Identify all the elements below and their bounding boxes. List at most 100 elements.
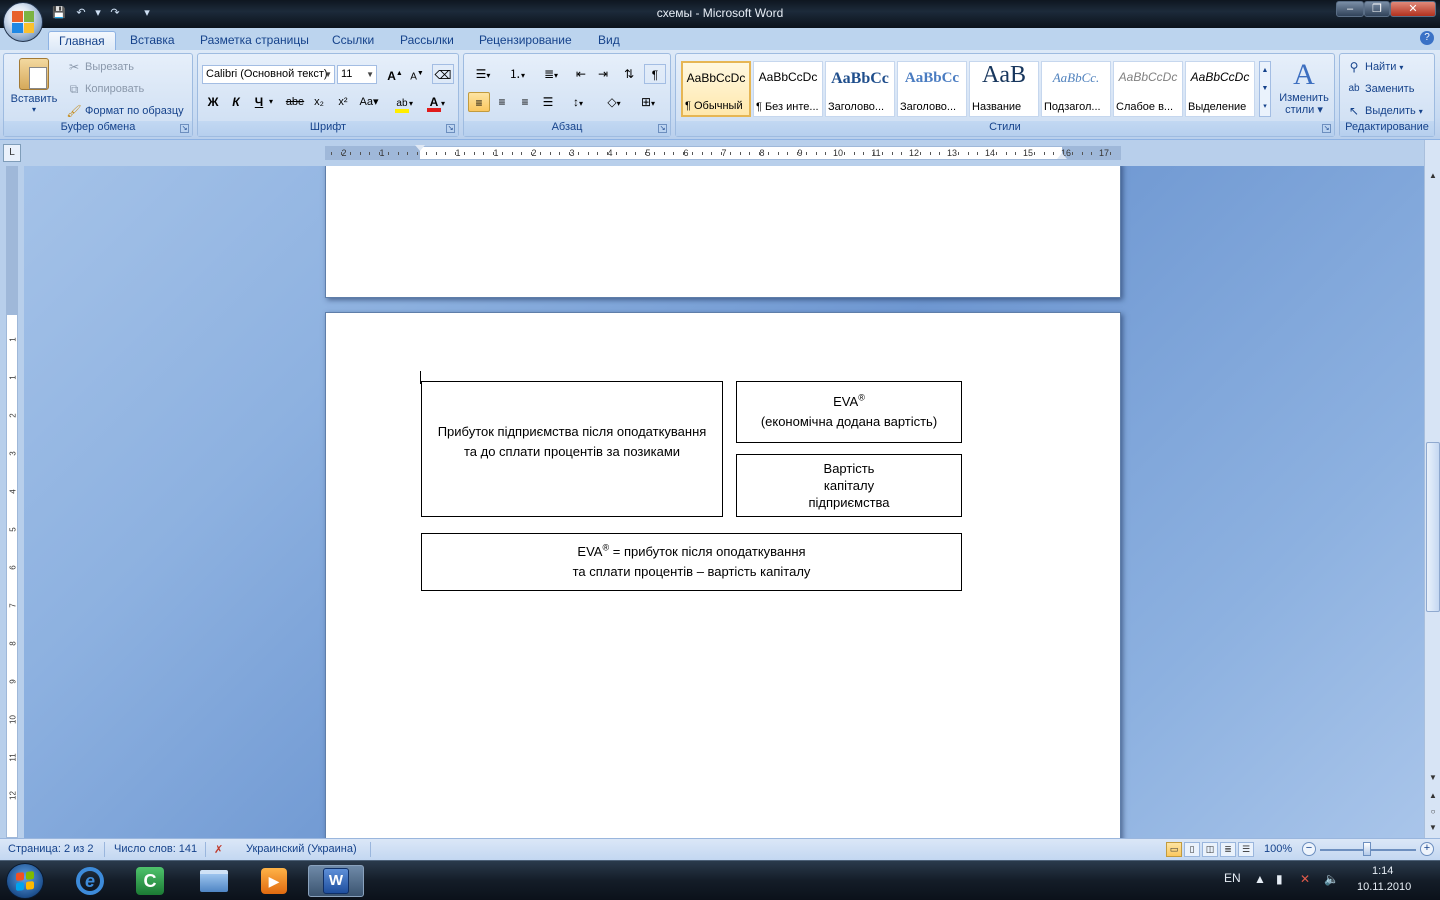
decrease-indent-icon[interactable]: ⇤ (570, 64, 592, 84)
superscript-button[interactable]: x² (332, 92, 354, 112)
styles-launcher-icon[interactable]: ↘ (1322, 124, 1331, 133)
align-left-icon[interactable]: ≡ (468, 92, 490, 112)
zoom-slider-thumb[interactable] (1363, 842, 1371, 856)
proofing-icon[interactable]: ✗ (214, 843, 223, 856)
help-icon[interactable]: ? (1420, 31, 1434, 45)
right-indent-marker[interactable] (1057, 153, 1067, 159)
scroll-up-icon[interactable]: ▲ (1260, 62, 1270, 80)
page-1[interactable] (325, 166, 1121, 298)
page-indicator[interactable]: Страница: 2 из 2 (8, 843, 94, 855)
clipboard-launcher-icon[interactable]: ↘ (180, 124, 189, 133)
style-emphasis[interactable]: AaBbCcDc Выделение (1185, 61, 1255, 117)
box-capital[interactable]: Вартість капіталу підприємства (736, 454, 962, 517)
full-screen-reading-icon[interactable]: ▯ (1184, 842, 1200, 857)
box-profit[interactable]: Прибуток підприємства після оподаткуванн… (421, 381, 723, 517)
italic-button[interactable]: К (225, 92, 247, 112)
font-name-combo[interactable]: Calibri (Основной текст) ▼ (202, 65, 335, 84)
style-no-spacing[interactable]: AaBbCcDc ¶ Без инте... (753, 61, 823, 117)
font-color-button[interactable]: A ▾ (422, 92, 450, 112)
close-button[interactable]: ✕ (1390, 1, 1436, 17)
word-count[interactable]: Число слов: 141 (114, 843, 197, 855)
folder-icon[interactable] (190, 865, 238, 897)
find-button[interactable]: ⚲ Найти ▾ (1346, 58, 1404, 76)
clock-date[interactable]: 10.11.2010 (1357, 881, 1411, 893)
numbering-button[interactable]: ⒈▾ (502, 64, 532, 84)
vertical-scrollbar[interactable]: ▲ ▼ ▲ ○ ▼ (1424, 140, 1440, 838)
zoom-level[interactable]: 100% (1264, 843, 1292, 855)
cut-button[interactable]: ✂ Вырезать (66, 58, 134, 76)
zoom-in-icon[interactable]: + (1420, 842, 1434, 856)
previous-page-icon[interactable]: ▲ (1426, 788, 1440, 803)
input-language[interactable]: EN (1224, 871, 1241, 885)
replace-button[interactable]: ab Заменить (1346, 80, 1414, 98)
media-player-icon[interactable]: ▶ (250, 865, 298, 897)
app-c-icon[interactable]: C (126, 865, 174, 897)
underline-dropdown-icon[interactable]: ▾ (266, 92, 276, 112)
network-icon[interactable]: ✕ (1300, 872, 1310, 886)
format-painter-button[interactable]: 🖌 Формат по образцу (66, 102, 183, 120)
tab-view[interactable]: Вид (588, 31, 630, 50)
tab-references[interactable]: Ссылки (322, 31, 384, 50)
volume-icon[interactable]: 🔈 (1324, 872, 1339, 886)
tab-review[interactable]: Рецензирование (469, 31, 582, 50)
style-heading-1[interactable]: AaBbCc Заголово... (825, 61, 895, 117)
page-2[interactable]: Прибуток підприємства після оподаткуванн… (325, 312, 1121, 838)
bold-button[interactable]: Ж (202, 92, 224, 112)
shading-button[interactable]: ◇▾ (600, 92, 628, 112)
font-size-combo[interactable]: 11 ▼ (337, 65, 377, 84)
next-page-icon[interactable]: ▼ (1426, 820, 1440, 835)
draft-view-icon[interactable]: ☰ (1238, 842, 1254, 857)
multilevel-list-button[interactable]: ≣▾ (536, 64, 566, 84)
style-heading-2[interactable]: AaBbCc Заголово... (897, 61, 967, 117)
language-indicator[interactable]: Украинский (Украина) (246, 843, 357, 855)
select-button[interactable]: ↖ Выделить ▾ (1346, 102, 1423, 120)
subscript-button[interactable]: x₂ (308, 92, 330, 112)
style-subtle-emphasis[interactable]: AaBbCcDc Слабое в... (1113, 61, 1183, 117)
shrink-font-button[interactable]: A▼ (406, 64, 428, 84)
start-button[interactable] (6, 863, 44, 899)
office-button[interactable] (3, 2, 43, 42)
show-hidden-icons-icon[interactable]: ▲ (1254, 872, 1266, 886)
maximize-button[interactable]: ❐ (1364, 1, 1390, 17)
line-spacing-button[interactable]: ↕▾ (564, 92, 592, 112)
scroll-down-icon[interactable]: ▼ (1426, 770, 1440, 785)
bullets-button[interactable]: ☰▾ (468, 64, 498, 84)
clear-formatting-icon[interactable]: ⌫ (432, 64, 454, 84)
scroll-up-icon[interactable]: ▲ (1426, 168, 1440, 183)
vertical-ruler[interactable]: 1 1 2 3 4 5 6 7 8 9 10 11 12 (0, 166, 24, 838)
tab-insert[interactable]: Вставка (120, 31, 185, 50)
grow-font-button[interactable]: A▲ (384, 64, 406, 84)
select-browse-object-icon[interactable]: ○ (1426, 804, 1440, 819)
copy-button[interactable]: ⧉ Копировать (66, 80, 145, 98)
tab-page-layout[interactable]: Разметка страницы (190, 31, 319, 50)
paragraph-launcher-icon[interactable]: ↘ (658, 124, 667, 133)
font-launcher-icon[interactable]: ↘ (446, 124, 455, 133)
style-title[interactable]: AaB Название (969, 61, 1039, 117)
power-icon[interactable]: ▮ (1276, 872, 1283, 886)
increase-indent-icon[interactable]: ⇥ (592, 64, 614, 84)
paste-button[interactable]: Вставить ▾ (8, 56, 60, 118)
tab-selector[interactable]: L (3, 144, 21, 162)
horizontal-ruler[interactable]: 2 1 1 1 2 3 4 5 6 7 8 9 10 11 12 13 14 15 16 17 (325, 145, 1121, 160)
box-eva[interactable]: EVA® (економічна додана вартість) (736, 381, 962, 443)
show-marks-button[interactable]: ¶ (644, 64, 666, 84)
sort-icon[interactable]: ⇅ (618, 64, 640, 84)
more-styles-icon[interactable]: ▾ (1260, 98, 1270, 116)
outline-view-icon[interactable]: ≣ (1220, 842, 1236, 857)
align-right-icon[interactable]: ≡ (514, 92, 536, 112)
scroll-thumb[interactable] (1426, 442, 1440, 612)
highlight-button[interactable]: ab▾ (390, 92, 418, 113)
justify-icon[interactable]: ☰ (537, 92, 559, 112)
change-styles-button[interactable]: A Изменить стили ▾ (1276, 58, 1332, 120)
word-taskbar-icon[interactable]: W (308, 865, 364, 897)
internet-explorer-icon[interactable]: e (66, 865, 114, 897)
tab-home[interactable]: Главная (48, 31, 116, 50)
zoom-out-icon[interactable]: − (1302, 842, 1316, 856)
tab-mailings[interactable]: Рассылки (390, 31, 464, 50)
style-normal[interactable]: AaBbCcDc ¶ Обычный (681, 61, 751, 117)
align-center-icon[interactable]: ≡ (491, 92, 513, 112)
borders-button[interactable]: ⊞▾ (634, 92, 662, 112)
first-line-indent-marker[interactable] (415, 145, 425, 151)
change-case-button[interactable]: Aa▾ (356, 92, 382, 112)
web-layout-icon[interactable]: ◫ (1202, 842, 1218, 857)
